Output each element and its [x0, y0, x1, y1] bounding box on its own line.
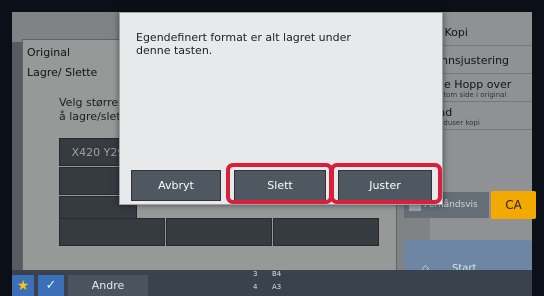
tray-3-size: B4: [272, 270, 282, 278]
cancel-button[interactable]: Avbryt: [131, 170, 221, 201]
popup-message: Egendefinert format er alt lagret under …: [136, 31, 351, 57]
highlight-adjust: [330, 163, 442, 204]
tray-4-size: A3: [272, 283, 282, 291]
highlight-delete: [226, 163, 333, 204]
check-icon[interactable]: ✓: [38, 275, 64, 296]
tray-3-number: 3: [253, 270, 258, 278]
tray-4-number: 4: [253, 283, 258, 291]
ca-button[interactable]: CA: [491, 191, 536, 219]
andre-button[interactable]: Andre: [68, 275, 148, 296]
favorite-star-icon[interactable]: ★: [12, 275, 34, 296]
